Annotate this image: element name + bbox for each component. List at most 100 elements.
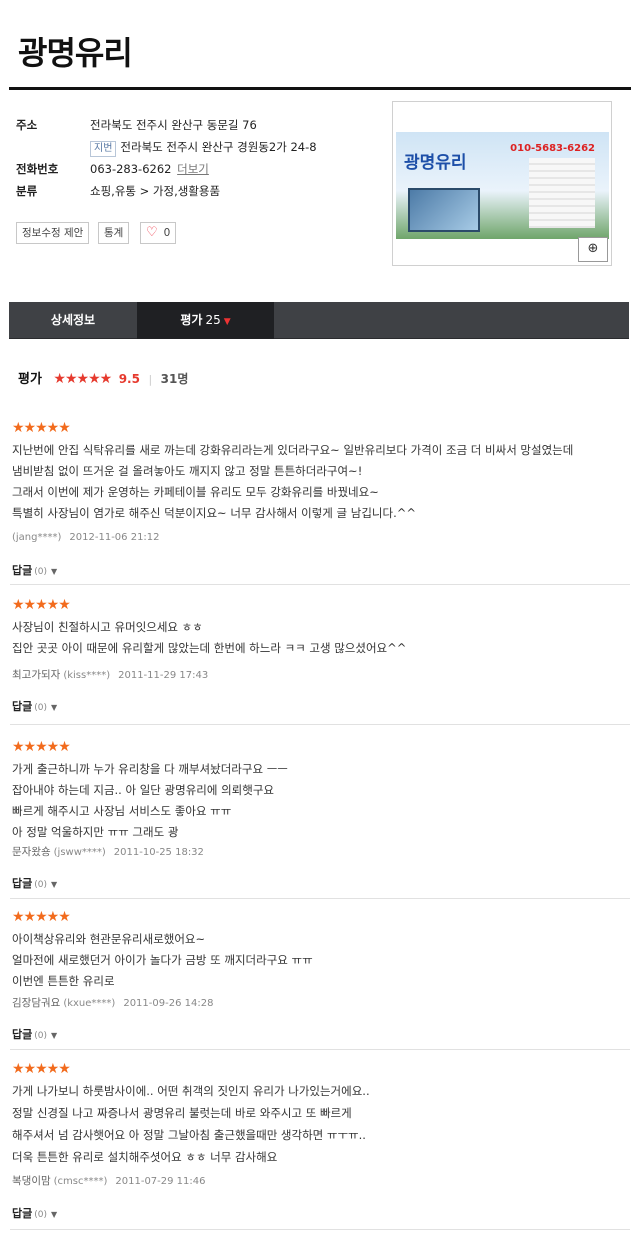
review-text-line: 냄비받침 없이 뜨거운 걸 올려놓아도 깨지지 않고 정말 튼튼하더라구여~! bbox=[12, 464, 363, 478]
tab-reviews-count: 25 bbox=[205, 313, 221, 327]
review-user-id: (jsww****) bbox=[53, 847, 106, 858]
review-item: ★★★★★ 가게 출근하니까 누가 유리창을 다 깨부셔놨더라구요 ㅡㅡ 잡아내야 … bbox=[10, 739, 630, 899]
review-text-line: 빠르게 해주시고 사장님 서비스도 좋아요 ㅠㅠ bbox=[12, 804, 232, 818]
category-value: 쇼핑,유통 > 가정,생활용품 bbox=[90, 184, 221, 198]
caret-down-icon: ▼ bbox=[51, 703, 58, 712]
caret-down-icon: ▼ bbox=[51, 880, 58, 889]
review-meta: 문자왔숑 (jsww****) 2011-10-25 18:32 bbox=[12, 844, 204, 859]
caret-down-icon: ▼ bbox=[51, 1031, 58, 1040]
reply-button[interactable]: 답글 (0) ▼ bbox=[12, 1026, 57, 1042]
review-item: ★★★★★ 지난번에 안집 식탁유리를 새로 까는데 강화유리라는게 있더라구요~… bbox=[10, 420, 630, 585]
sign-phone: 010-5683-6262 bbox=[510, 143, 595, 154]
review-text-line: 그래서 이번에 제가 운영하는 카페테이블 유리도 모두 강화유리를 바꿨네요~ bbox=[12, 485, 379, 499]
reply-label: 답글 bbox=[12, 700, 33, 713]
jibun-address: 전라북도 전주시 완산구 경원동2가 24-8 bbox=[120, 140, 317, 154]
phone-number: 063-283-6262 bbox=[90, 162, 172, 176]
reply-button[interactable]: 답글 (0) ▼ bbox=[12, 562, 57, 578]
review-user-id: (kiss****) bbox=[63, 670, 111, 681]
reply-count: (0) bbox=[34, 880, 47, 890]
review-text-line: 특별히 사장님이 염가로 해주신 덕분이지요~ 너무 감사해서 이렇게 글 남깁… bbox=[12, 506, 417, 520]
review-meta: (jang****) 2012-11-06 21:12 bbox=[12, 531, 160, 543]
tab-reviews[interactable]: 평가 25 ▼ bbox=[137, 302, 274, 339]
review-text-line: 지난번에 안집 식탁유리를 새로 까는데 강화유리라는게 있더라구요~ 일반유리… bbox=[12, 443, 574, 457]
review-text-line: 잡아내야 하는데 지금.. 아 일단 광명유리에 의뢰햇구요 bbox=[12, 783, 275, 797]
review-text-line: 가게 나가보니 하룻밤사이에.. 어떤 취객의 짓인지 유리가 나가있는거에요.… bbox=[12, 1084, 370, 1098]
review-nickname: 최고가되자 bbox=[12, 669, 61, 681]
reply-label: 답글 bbox=[12, 1028, 33, 1041]
rating-label: 평가 bbox=[18, 372, 42, 387]
review-nickname: 문자왔숑 bbox=[12, 846, 51, 858]
review-text-line: 아 정말 억울하지만 ㅠㅠ 그래도 광 bbox=[12, 825, 179, 839]
review-user-id: (cmsc****) bbox=[53, 1176, 108, 1187]
review-item: ★★★★★ 가게 나가보니 하룻밤사이에.. 어떤 취객의 짓인지 유리가 나가있… bbox=[10, 1061, 630, 1230]
reply-count: (0) bbox=[34, 1210, 47, 1220]
review-stars: ★★★★★ bbox=[12, 1061, 71, 1077]
reply-label: 답글 bbox=[12, 1207, 33, 1220]
review-text-line: 더욱 튼튼한 유리로 설치해주셧어요 ㅎㅎ 너무 감사해요 bbox=[12, 1150, 278, 1164]
stats-button[interactable]: 통계 bbox=[98, 222, 130, 244]
page-title: 광명유리 bbox=[18, 34, 133, 72]
magnifier-icon: ⊕ bbox=[587, 241, 599, 256]
review-meta: 최고가되자 (kiss****) 2011-11-29 17:43 bbox=[12, 667, 208, 682]
tab-detail[interactable]: 상세정보 bbox=[9, 302, 137, 339]
phone-value: 063-283-6262 더보기 bbox=[90, 162, 209, 176]
jibun-row: 지번 전라북도 전주시 완산구 경원동2가 24-8 bbox=[90, 140, 317, 157]
review-text-line: 이번엔 튼튼한 유리로 bbox=[12, 974, 115, 988]
reply-button[interactable]: 답글 (0) ▼ bbox=[12, 1205, 57, 1221]
reply-count: (0) bbox=[34, 567, 47, 577]
review-text-line: 정말 신경질 나고 짜증나서 광명유리 불럿는데 바로 와주시고 또 빠르게 bbox=[12, 1106, 352, 1120]
address-value: 전라북도 전주시 완산구 동문길 76 bbox=[90, 118, 257, 132]
review-meta: 복댕이맘 (cmsc****) 2011-07-29 11:46 bbox=[12, 1173, 206, 1188]
edit-info-button[interactable]: 정보수정 제안 bbox=[16, 222, 90, 244]
reply-button[interactable]: 답글 (0) ▼ bbox=[12, 875, 57, 891]
review-nickname: 김장담궈요 bbox=[12, 997, 61, 1009]
review-date: 2011-09-26 14:28 bbox=[123, 998, 214, 1009]
title-divider bbox=[9, 87, 631, 90]
reply-button[interactable]: 답글 (0) ▼ bbox=[12, 698, 57, 714]
heart-icon: ♡ bbox=[146, 225, 158, 240]
like-count: 0 bbox=[163, 227, 171, 239]
sign-name: 광명유리 bbox=[404, 153, 467, 173]
reply-count: (0) bbox=[34, 703, 47, 713]
caret-down-icon: ▼ bbox=[223, 317, 231, 327]
review-stars: ★★★★★ bbox=[12, 739, 71, 755]
review-text-line: 가게 출근하니까 누가 유리창을 다 깨부셔놨더라구요 ㅡㅡ bbox=[12, 762, 288, 776]
rating-summary: 평가 ★★★★★ 9.5 | 31명 bbox=[18, 369, 188, 389]
review-stars: ★★★★★ bbox=[12, 909, 71, 925]
review-text-line: 아이책상유리와 현관문유리새로했어요~ bbox=[12, 932, 206, 946]
like-button[interactable]: ♡ 0 bbox=[140, 222, 177, 244]
zoom-button[interactable]: ⊕ bbox=[578, 237, 608, 262]
review-date: 2012-11-06 21:12 bbox=[69, 532, 160, 543]
review-text-line: 집안 곳곳 아이 때문에 유리할게 많았는데 한번에 하느라 ㅋㅋ 고생 많으셨… bbox=[12, 641, 407, 655]
review-nickname: 복댕이맘 bbox=[12, 1175, 51, 1187]
review-user-id: (jang****) bbox=[12, 532, 62, 543]
caret-down-icon: ▼ bbox=[51, 1210, 58, 1219]
review-date: 2011-07-29 11:46 bbox=[115, 1176, 206, 1187]
signboard-image: 광명유리 010-5683-6262 bbox=[396, 132, 609, 239]
jibun-badge: 지번 bbox=[90, 141, 117, 157]
review-text-line: 해주셔서 넘 감사햇어요 아 정말 그날아침 출근했을때만 생각하면 ㅠㅜㅠ.. bbox=[12, 1128, 366, 1142]
tab-reviews-label: 평가 bbox=[180, 313, 203, 327]
review-text-line: 사장님이 친절하시고 유머잇으세요 ㅎㅎ bbox=[12, 620, 203, 634]
reply-count: (0) bbox=[34, 1031, 47, 1041]
reply-label: 답글 bbox=[12, 877, 33, 890]
review-date: 2011-11-29 17:43 bbox=[118, 670, 209, 681]
review-stars: ★★★★★ bbox=[12, 420, 71, 436]
rating-separator: | bbox=[148, 373, 153, 386]
caret-down-icon: ▼ bbox=[51, 567, 58, 576]
review-user-id: (kxue****) bbox=[63, 998, 116, 1009]
sign-details bbox=[529, 158, 595, 228]
more-link[interactable]: 더보기 bbox=[177, 162, 209, 176]
building-image bbox=[408, 188, 480, 232]
review-date: 2011-10-25 18:32 bbox=[113, 847, 204, 858]
address-label: 주소 bbox=[16, 118, 38, 132]
place-info: 주소 전라북도 전주시 완산구 동문길 76 지번 전라북도 전주시 완산구 경원… bbox=[16, 116, 376, 204]
category-label: 분류 bbox=[16, 184, 38, 198]
rating-count: 31명 bbox=[160, 372, 189, 386]
rating-stars: ★★★★★ bbox=[53, 371, 112, 387]
phone-label: 전화번호 bbox=[16, 162, 59, 176]
review-meta: 김장담궈요 (kxue****) 2011-09-26 14:28 bbox=[12, 995, 213, 1010]
review-stars: ★★★★★ bbox=[12, 597, 71, 613]
review-item: ★★★★★ 아이책상유리와 현관문유리새로했어요~ 얼마전에 새로했던거 아이가 놀… bbox=[10, 909, 630, 1050]
review-text-line: 얼마전에 새로했던거 아이가 놀다가 금방 또 깨지더라구요 ㅠㅠ bbox=[12, 953, 313, 967]
